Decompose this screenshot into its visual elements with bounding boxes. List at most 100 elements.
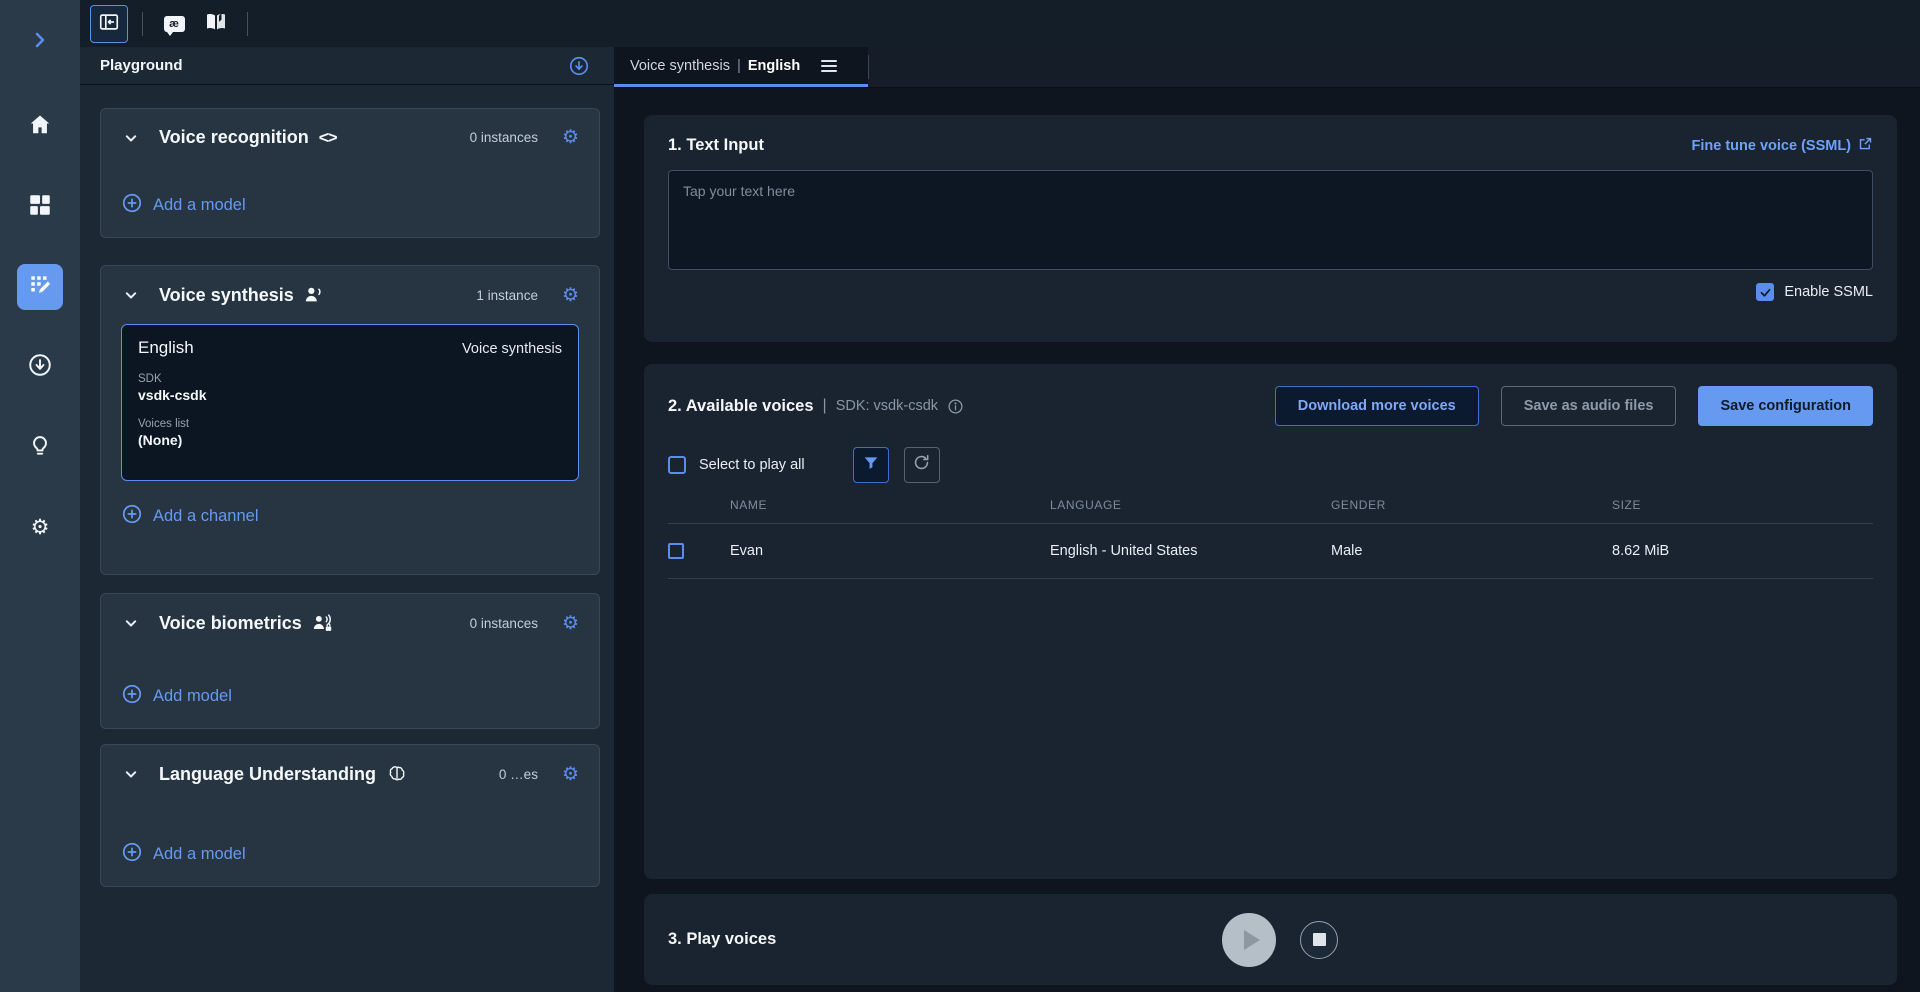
download-circle-icon[interactable] — [568, 55, 590, 77]
section-title: Voice biometrics — [159, 613, 302, 634]
chevron-down-icon[interactable] — [121, 128, 141, 148]
download-circle-icon — [27, 352, 53, 383]
rail-nav: ⚙ — [17, 104, 63, 584]
available-voices-title: 2. Available voices — [668, 397, 814, 416]
save-configuration-button[interactable]: Save configuration — [1698, 386, 1873, 426]
add-link-label: Add a model — [153, 196, 246, 215]
voices-table: NAME LANGUAGE GENDER SIZE Evan English -… — [668, 498, 1873, 579]
title-separator: | — [823, 397, 827, 415]
chevron-down-icon[interactable] — [121, 613, 141, 633]
enable-ssml-checkbox[interactable] — [1756, 283, 1774, 301]
playground-title: Playground — [100, 57, 183, 74]
text-input-title: 1. Text Input — [668, 136, 764, 155]
sdk-label: SDK — [138, 373, 562, 385]
expand-sidebar-button[interactable] — [28, 28, 52, 52]
add-model-link[interactable]: Add model — [121, 683, 579, 710]
main-content: Voice synthesis | English 1. Text Input … — [614, 47, 1920, 992]
open-book-icon — [204, 10, 228, 37]
docs-button[interactable] — [199, 7, 233, 41]
select-to-play-all-label: Select to play all — [699, 457, 805, 473]
play-icon — [1244, 930, 1260, 950]
plus-circle-icon — [121, 503, 143, 530]
rail-item-tips[interactable] — [17, 424, 63, 470]
add-model-link[interactable]: Add a model — [121, 841, 579, 868]
code-icon: <> — [319, 128, 337, 148]
add-model-link[interactable]: Add a model — [121, 192, 579, 219]
gear-icon[interactable]: ⚙ — [562, 614, 579, 633]
section-voice-recognition: Voice recognition <> 0 instances ⚙ Add a… — [100, 108, 600, 238]
home-icon — [27, 112, 53, 143]
enable-ssml-label: Enable SSML — [1784, 284, 1873, 300]
column-size: SIZE — [1612, 498, 1873, 512]
pronunciation-button[interactable]: æ — [157, 7, 191, 41]
column-language: LANGUAGE — [1050, 498, 1331, 512]
row-checkbox[interactable] — [668, 543, 684, 559]
refresh-button[interactable] — [904, 447, 940, 483]
download-more-voices-button[interactable]: Download more voices — [1275, 386, 1479, 426]
section-language-understanding: Language Understanding 0 …es ⚙ Add a m — [100, 744, 600, 887]
voice-synthesis-icon — [304, 284, 326, 306]
filter-icon — [862, 454, 880, 477]
playground-edit-icon — [27, 272, 53, 303]
instance-count: 0 instances — [470, 130, 538, 145]
save-as-audio-files-button[interactable]: Save as audio files — [1501, 386, 1677, 426]
add-link-label: Add a channel — [153, 507, 259, 526]
fine-tune-voice-link[interactable]: Fine tune voice (SSML) — [1691, 136, 1873, 155]
dashboard-icon — [27, 192, 53, 223]
playground-header: Playground — [80, 47, 614, 85]
tab-divider — [868, 55, 869, 79]
app-window: ⚙ æ — [0, 0, 1920, 992]
plus-circle-icon — [121, 841, 143, 868]
lightbulb-icon — [27, 432, 53, 463]
section-title: Language Understanding — [159, 764, 376, 785]
info-icon[interactable] — [947, 398, 964, 415]
refresh-icon — [912, 453, 931, 477]
sdk-info-text: SDK: vsdk-csdk — [836, 398, 938, 414]
tab-voice-synthesis-english[interactable]: Voice synthesis | English — [614, 47, 868, 87]
instance-count: 1 instance — [476, 288, 538, 303]
stop-button[interactable] — [1300, 921, 1338, 959]
rail-item-home[interactable] — [17, 104, 63, 150]
toolbar-divider — [247, 12, 248, 36]
gear-icon[interactable]: ⚙ — [562, 765, 579, 784]
instance-count: 0 instances — [470, 616, 538, 631]
external-link-icon — [1858, 136, 1873, 155]
toolbar-divider — [142, 12, 143, 36]
plus-circle-icon — [121, 683, 143, 710]
collapse-panel-icon — [98, 11, 120, 36]
tab-name: Voice synthesis — [630, 58, 730, 74]
left-rail: ⚙ — [0, 0, 80, 992]
gear-icon[interactable]: ⚙ — [562, 286, 579, 305]
brain-icon — [386, 763, 408, 785]
gear-icon[interactable]: ⚙ — [562, 128, 579, 147]
rail-item-downloads[interactable] — [17, 344, 63, 390]
filter-button[interactable] — [853, 447, 889, 483]
voices-list-label: Voices list — [138, 418, 562, 430]
table-row-evan[interactable]: Evan English - United States Male 8.62 M… — [668, 524, 1873, 579]
tab-instance: English — [748, 58, 800, 74]
gear-icon: ⚙ — [31, 517, 50, 538]
chevron-down-icon[interactable] — [121, 764, 141, 784]
available-voices-panel: 2. Available voices | SDK: vsdk-csdk Dow… — [644, 364, 1897, 879]
cell-gender: Male — [1331, 543, 1612, 559]
voices-table-header: NAME LANGUAGE GENDER SIZE — [668, 498, 1873, 524]
rail-item-playground[interactable] — [17, 264, 63, 310]
hamburger-icon[interactable] — [821, 60, 837, 72]
play-voices-title: 3. Play voices — [668, 930, 776, 949]
instance-type: Voice synthesis — [462, 341, 562, 357]
voice-biometrics-icon — [312, 612, 334, 634]
instance-card-english[interactable]: English Voice synthesis SDK vsdk-csdk Vo… — [121, 324, 579, 481]
collapse-panel-button[interactable] — [90, 5, 128, 43]
cell-name: Evan — [730, 543, 1050, 559]
playground-sections: Voice recognition <> 0 instances ⚙ Add a… — [80, 85, 614, 887]
rail-item-settings[interactable]: ⚙ — [17, 504, 63, 550]
column-name: NAME — [730, 498, 1050, 512]
chevron-down-icon[interactable] — [121, 285, 141, 305]
rail-item-dashboard[interactable] — [17, 184, 63, 230]
select-to-play-all-checkbox[interactable] — [668, 456, 686, 474]
section-title: Voice synthesis — [159, 285, 294, 306]
add-channel-link[interactable]: Add a channel — [121, 503, 579, 530]
voices-list-value: (None) — [138, 432, 562, 448]
play-button[interactable] — [1222, 913, 1276, 967]
text-input-field[interactable] — [668, 170, 1873, 270]
